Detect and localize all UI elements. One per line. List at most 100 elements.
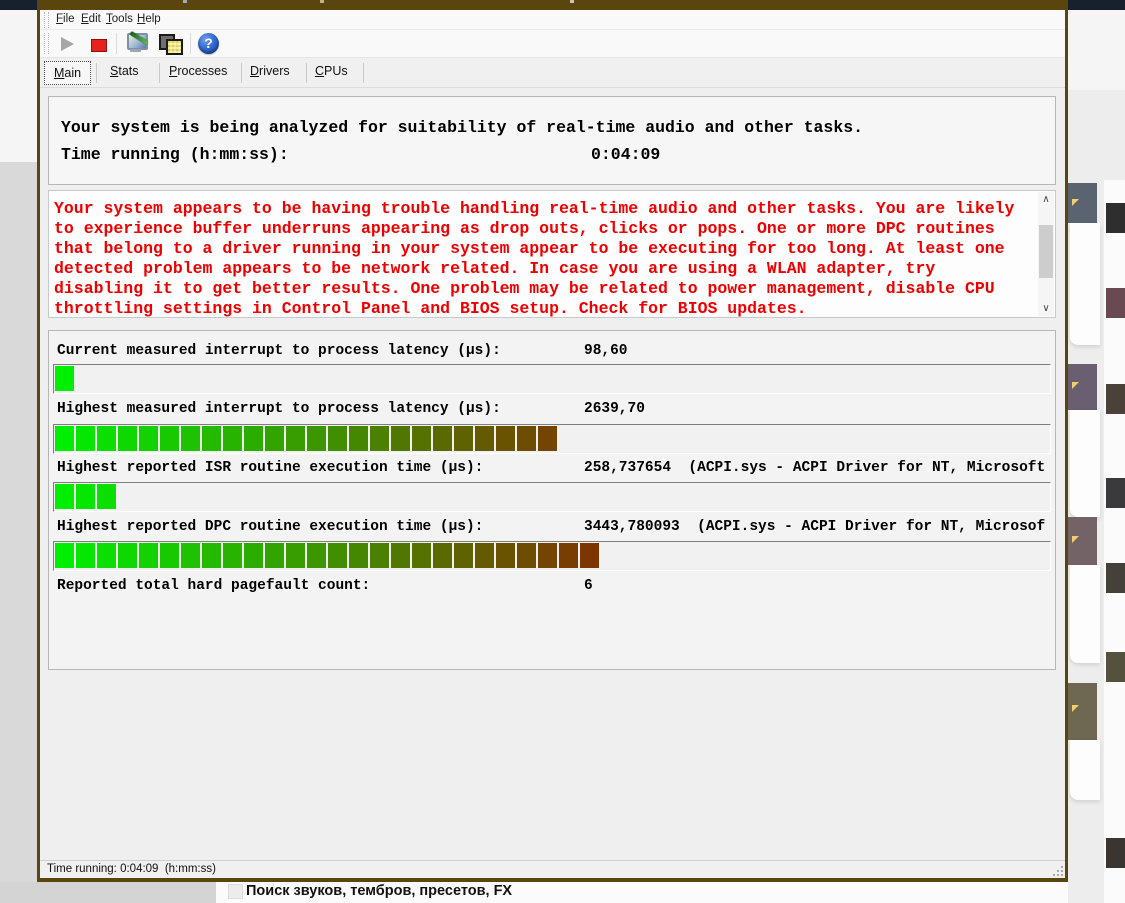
titlebar-artifact bbox=[570, 0, 574, 3]
background-left-light bbox=[0, 10, 37, 162]
meter-segment bbox=[580, 543, 599, 568]
cursor-artifact-icon bbox=[1072, 536, 1079, 543]
meter-segment bbox=[328, 543, 347, 568]
toolbar-separator bbox=[116, 33, 117, 54]
meter-bar bbox=[53, 541, 1051, 571]
menu-bar: File Edit Tools Help bbox=[40, 10, 1065, 30]
meter-segment bbox=[454, 543, 473, 568]
meter-segment bbox=[496, 426, 515, 451]
background-bottom-gray bbox=[0, 882, 216, 903]
meter-value: 98,60 bbox=[584, 343, 628, 359]
meter-label: Highest reported ISR routine execution t… bbox=[57, 460, 484, 476]
cursor-artifact-icon bbox=[1072, 382, 1079, 389]
meter-segment bbox=[139, 426, 158, 451]
meter-segment bbox=[328, 426, 347, 451]
copy-front-glyph bbox=[166, 39, 183, 55]
stop-icon[interactable] bbox=[91, 39, 107, 52]
warning-line: Your system appears to be having trouble… bbox=[54, 199, 1015, 218]
warning-line: throttling settings in Control Panel and… bbox=[54, 299, 807, 318]
menu-help[interactable]: Help bbox=[137, 13, 161, 25]
meter-segment bbox=[181, 426, 200, 451]
screen: Поиск звуков, тембров, пресетов, FX File… bbox=[0, 0, 1125, 903]
meter-bar bbox=[53, 482, 1051, 512]
titlebar-artifact bbox=[320, 0, 324, 3]
meter-segment bbox=[223, 543, 242, 568]
meter-segment bbox=[517, 543, 536, 568]
status-bar: Time running: 0:04:09 (h:mm:ss) bbox=[40, 860, 1065, 878]
play-icon[interactable] bbox=[61, 37, 74, 51]
meter-bar bbox=[53, 364, 1051, 394]
warning-scrollbar[interactable]: ∧ ∨ bbox=[1038, 192, 1054, 316]
help-icon[interactable]: ? bbox=[198, 33, 219, 54]
background-thumbnail-card bbox=[1066, 683, 1097, 740]
meter-segment bbox=[76, 543, 95, 568]
menu-tools[interactable]: Tools bbox=[106, 13, 133, 25]
toolbar: ? bbox=[40, 30, 1065, 58]
tab-stats[interactable]: Stats bbox=[110, 64, 139, 78]
background-thumbnail-card bbox=[1066, 364, 1097, 410]
background-thumbnail-card bbox=[1066, 517, 1097, 565]
meter-segment bbox=[559, 543, 578, 568]
background-small-thumbnail bbox=[1106, 838, 1125, 868]
toolbar-gripper[interactable] bbox=[44, 12, 49, 28]
tab-drivers[interactable]: Drivers bbox=[250, 64, 290, 78]
meter-segment bbox=[223, 426, 242, 451]
tab-cpus[interactable]: CPUs bbox=[315, 64, 348, 78]
meter-segment bbox=[391, 543, 410, 568]
meter-segment bbox=[433, 426, 452, 451]
meter-segment bbox=[244, 543, 263, 568]
meter-segment bbox=[55, 426, 74, 451]
analysis-summary-box: Your system is being analyzed for suitab… bbox=[48, 96, 1056, 185]
meter-segment bbox=[454, 426, 473, 451]
time-running-label: Time running (h:mm:ss): bbox=[61, 145, 289, 164]
background-small-thumbnail bbox=[1106, 652, 1125, 682]
meter-segment bbox=[349, 543, 368, 568]
tab-separator bbox=[159, 63, 160, 83]
meter-segment bbox=[76, 426, 95, 451]
resize-grip[interactable] bbox=[1052, 865, 1063, 876]
meter-segment bbox=[370, 543, 389, 568]
tab-separator bbox=[363, 63, 364, 83]
meter-segment bbox=[265, 426, 284, 451]
tab-separator bbox=[241, 63, 242, 83]
meter-segment bbox=[286, 426, 305, 451]
status-text: Time running: 0:04:09 (h:mm:ss) bbox=[47, 863, 216, 875]
meter-segment bbox=[97, 543, 116, 568]
tab-processes[interactable]: Processes bbox=[169, 64, 227, 78]
titlebar-artifact bbox=[183, 0, 187, 3]
menu-file[interactable]: File bbox=[56, 13, 75, 25]
background-white-card bbox=[1070, 410, 1100, 517]
scroll-down-icon[interactable]: ∨ bbox=[1038, 301, 1054, 316]
toolbar-gripper[interactable] bbox=[44, 33, 49, 54]
copy-report-icon[interactable] bbox=[156, 30, 186, 58]
meter-segment bbox=[286, 543, 305, 568]
tab-separator bbox=[306, 63, 307, 83]
meter-value: 258,737654 (ACPI.sys - ACPI Driver for N… bbox=[584, 460, 1046, 476]
meter-segment bbox=[202, 543, 221, 568]
scrollbar-thumb[interactable] bbox=[1039, 225, 1053, 278]
options-icon[interactable] bbox=[125, 30, 153, 58]
meter-segment bbox=[97, 426, 116, 451]
background-small-thumbnail bbox=[1106, 203, 1125, 233]
cursor-artifact-icon bbox=[1072, 705, 1079, 712]
meter-segment bbox=[55, 366, 74, 391]
analysis-intro-text: Your system is being analyzed for suitab… bbox=[61, 118, 864, 137]
warning-line: that belong to a driver running in your … bbox=[54, 239, 1005, 258]
window-content: File Edit Tools Help ? Main Stats Proces… bbox=[40, 10, 1065, 878]
meter-segment bbox=[160, 426, 179, 451]
meter-label: Reported total hard pagefault count: bbox=[57, 578, 371, 594]
tab-main[interactable]: Main bbox=[44, 61, 91, 85]
tab-separator bbox=[96, 63, 97, 83]
meter-bar bbox=[53, 424, 1051, 454]
meter-segment bbox=[181, 543, 200, 568]
meter-segment bbox=[118, 543, 137, 568]
background-small-thumbnail bbox=[1106, 563, 1125, 593]
main-panel: Your system is being analyzed for suitab… bbox=[40, 88, 1065, 860]
menu-edit[interactable]: Edit bbox=[81, 13, 101, 25]
background-white-card bbox=[1070, 740, 1100, 800]
scroll-up-icon[interactable]: ∧ bbox=[1038, 192, 1054, 207]
background-right-top bbox=[1068, 10, 1125, 90]
meter-segment bbox=[391, 426, 410, 451]
measurements-box: Current measured interrupt to process la… bbox=[48, 330, 1056, 670]
meter-segment bbox=[97, 484, 116, 509]
